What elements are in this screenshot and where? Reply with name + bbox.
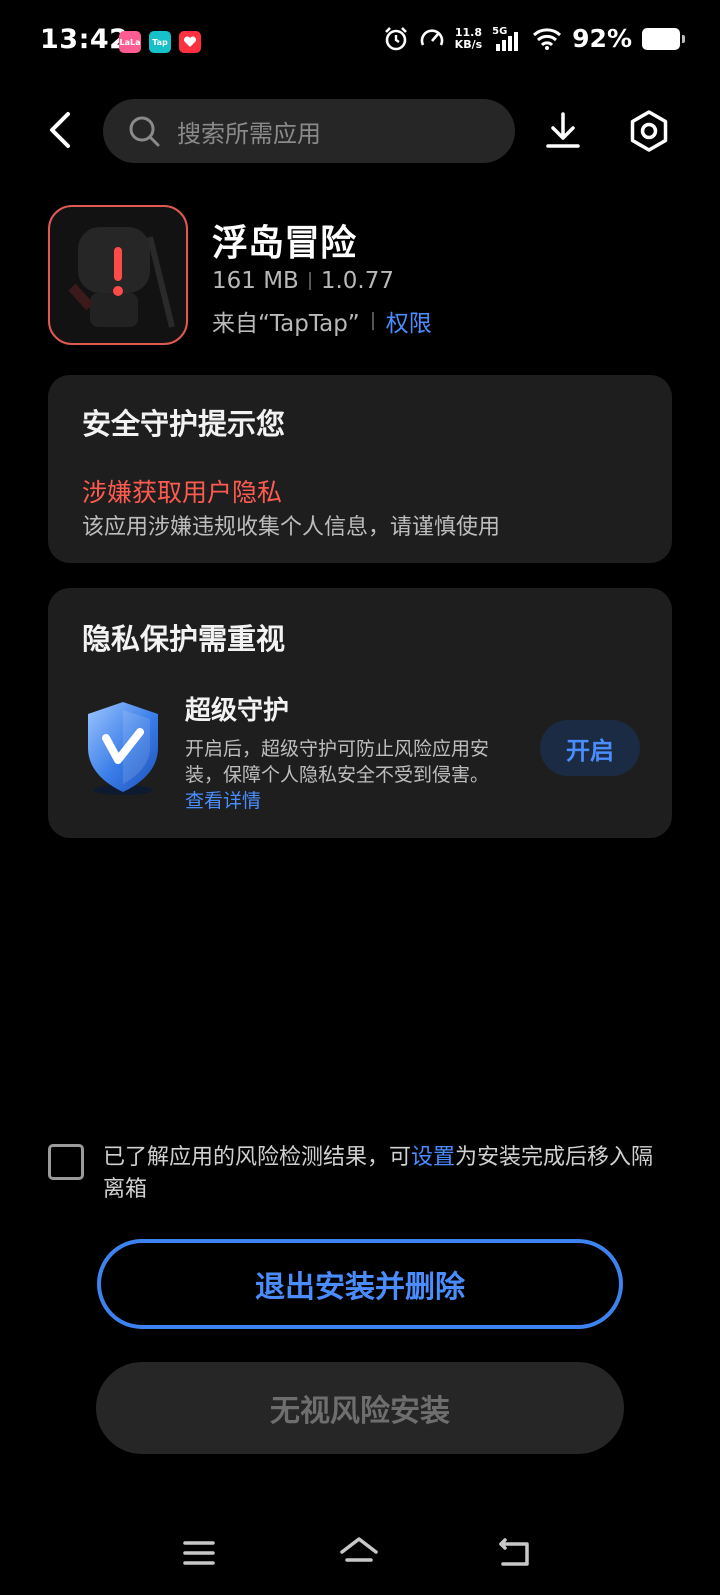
- permissions-link[interactable]: 权限: [386, 304, 432, 338]
- battery-percent: 92%: [572, 24, 632, 53]
- menu-icon: [183, 1541, 215, 1565]
- nav-home-button[interactable]: [336, 1530, 382, 1576]
- divider: [308, 272, 311, 290]
- app-version: 1.0.77: [320, 268, 394, 294]
- app-name: 浮岛冒险: [212, 223, 357, 264]
- wifi-icon: [533, 27, 562, 50]
- super-protection-description: 开启后，超级守护可防止风险应用安装，保障个人隐私安全不受到侵害。: [185, 738, 490, 786]
- view-details-link[interactable]: 查看详情: [185, 786, 261, 813]
- battery-icon: [642, 27, 685, 50]
- exit-and-delete-button[interactable]: 退出安装并删除: [97, 1239, 623, 1329]
- heart-app-notification-icon: [179, 31, 201, 53]
- warning-description: 该应用涉嫌违规收集个人信息，请谨慎使用: [82, 515, 501, 540]
- return-icon: [499, 1538, 529, 1566]
- security-card-title: 安全守护提示您: [82, 407, 286, 441]
- lala-app-notification-icon: LaLa: [119, 31, 141, 53]
- status-right: 11.8 KB/s 5G 92%: [383, 24, 685, 53]
- gear-icon: [630, 110, 668, 152]
- game-character-icon: [68, 227, 175, 328]
- home-icon: [340, 1537, 378, 1562]
- ignore-risk-install-button[interactable]: 无视风险安装: [96, 1362, 624, 1454]
- app-icon: [48, 205, 188, 345]
- settings-link[interactable]: 设置: [411, 1145, 455, 1170]
- nav-menu-button[interactable]: [176, 1530, 222, 1576]
- settings-button[interactable]: [626, 108, 672, 154]
- nav-back-button[interactable]: [492, 1530, 538, 1576]
- download-icon: [546, 112, 580, 148]
- shield-icon: [78, 698, 168, 798]
- divider: [371, 312, 374, 330]
- risk-acknowledge-text: 已了解应用的风险检测结果，可设置为安装完成后移入隔离箱: [103, 1142, 663, 1206]
- speed-gauge-icon: [420, 28, 443, 46]
- risk-acknowledge-checkbox[interactable]: [48, 1144, 84, 1180]
- search-placeholder: 搜索所需应用: [177, 119, 321, 148]
- cellular-signal-icon: [496, 31, 519, 51]
- app-size: 161 MB: [212, 268, 299, 294]
- privacy-protection-card: 隐私保护需重视 超级守护 开启后，超级守护可防止风险应用安装，保障个人隐私安全不…: [48, 588, 672, 838]
- security-warning-card: 安全守护提示您 涉嫌获取用户隐私 该应用涉嫌违规收集个人信息，请谨慎使用: [48, 375, 672, 563]
- download-button[interactable]: [540, 108, 586, 154]
- app-meta: 161 MB 1.0.77: [212, 268, 394, 294]
- warning-title: 涉嫌获取用户隐私: [82, 478, 283, 507]
- network-speed: 11.8 KB/s: [454, 25, 483, 51]
- agreement-text-before: 已了解应用的风险检测结果，可: [103, 1145, 412, 1170]
- search-icon: [129, 116, 160, 147]
- back-button[interactable]: [38, 108, 82, 152]
- app-source: 来自“TapTap”: [212, 311, 360, 337]
- status-time: 13:42: [40, 24, 129, 55]
- back-arrow-icon: [50, 112, 70, 148]
- search-input[interactable]: 搜索所需应用: [103, 99, 515, 163]
- taptap-notification-icon: Tap: [149, 31, 171, 53]
- super-protection-title: 超级守护: [185, 696, 290, 726]
- privacy-card-title: 隐私保护需重视: [82, 622, 286, 656]
- alarm-icon: [384, 26, 407, 50]
- cellular-signal: 5G: [492, 26, 522, 52]
- app-source-row: 来自“TapTap” 权限: [212, 304, 432, 338]
- notification-icons: LaLa Tap: [119, 31, 201, 53]
- enable-button[interactable]: 开启: [540, 720, 640, 776]
- status-bar: 13:42 LaLa Tap 11.8 KB/s 5G 92%: [0, 0, 720, 86]
